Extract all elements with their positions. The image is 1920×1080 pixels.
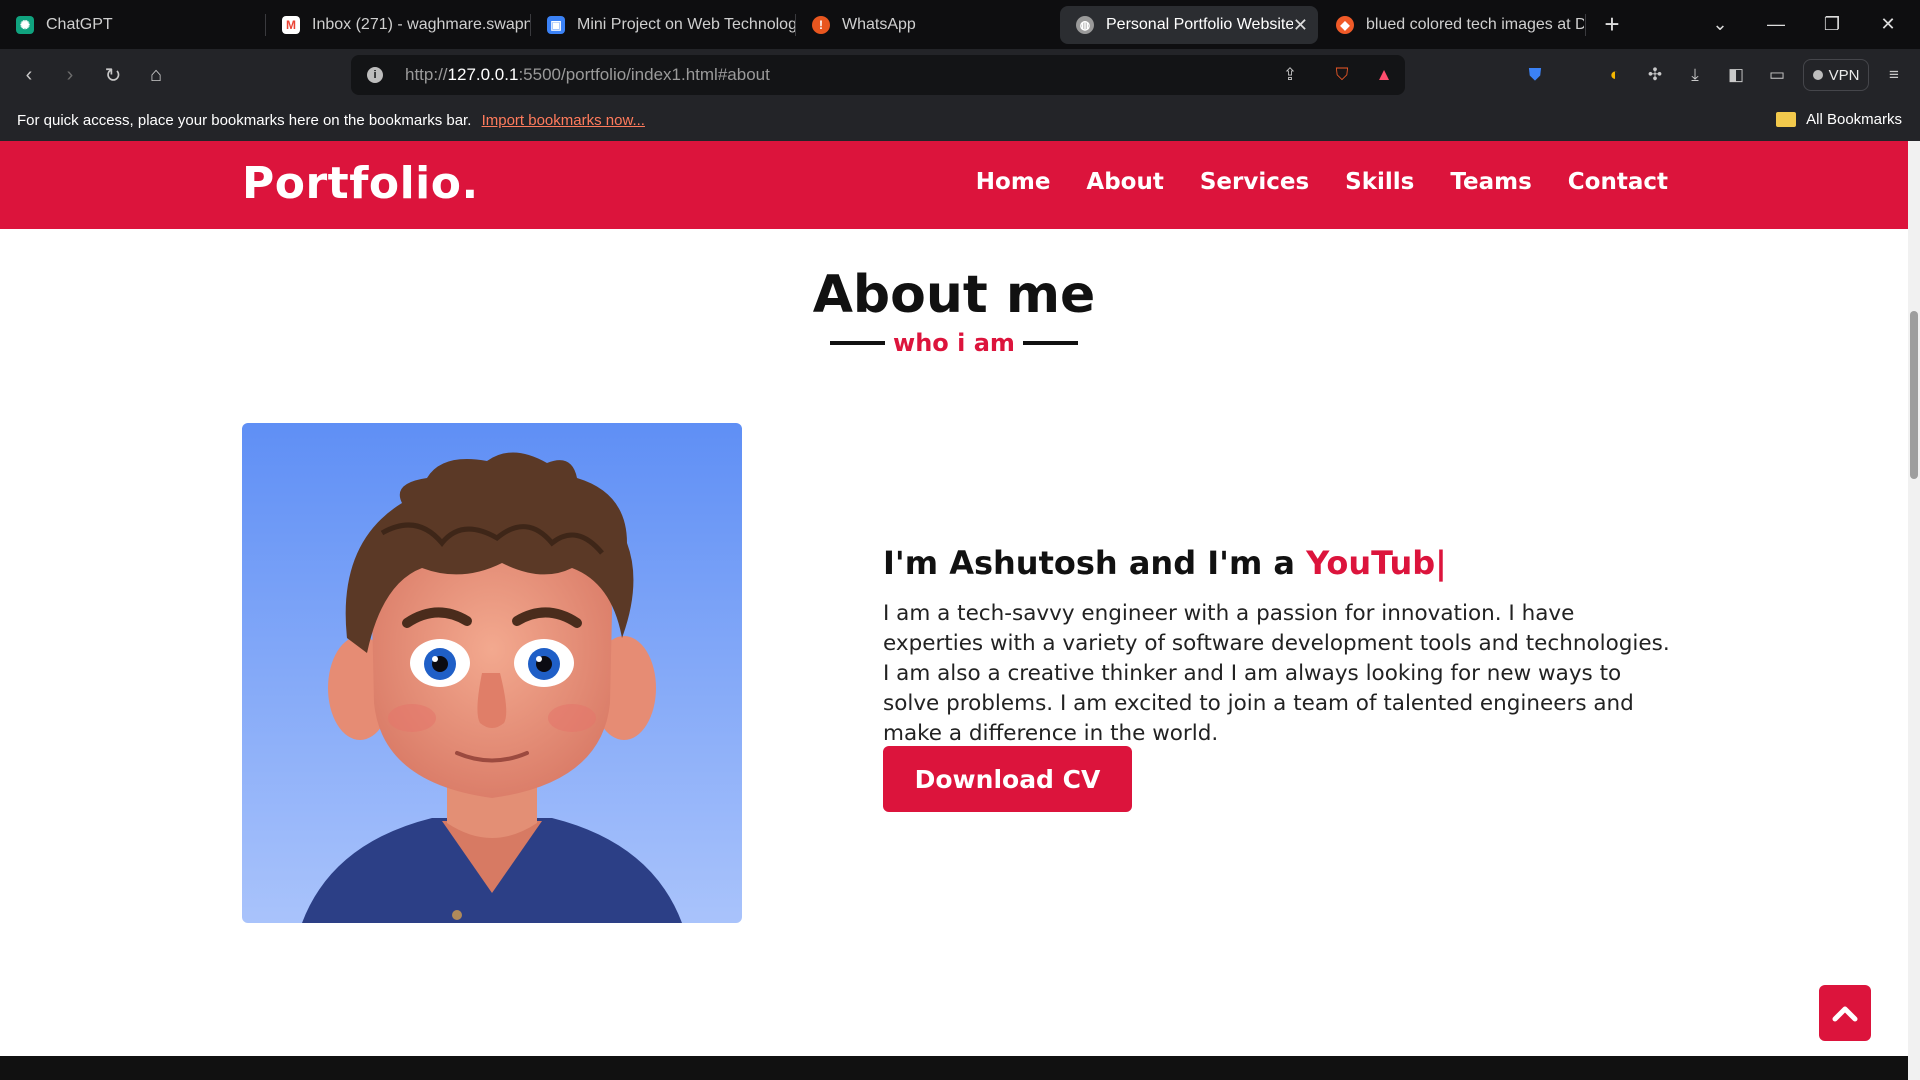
home-icon[interactable]: ⌂ (140, 59, 172, 91)
url-text[interactable]: http://127.0.0.1:5500/portfolio/index1.h… (405, 65, 770, 85)
cartoon-portrait (242, 423, 742, 923)
address-bar[interactable]: i http://127.0.0.1:5500/portfolio/index1… (351, 55, 1405, 95)
reload-icon[interactable]: ↻ (97, 59, 129, 91)
vpn-label: VPN (1828, 66, 1860, 84)
restore-icon[interactable]: ❐ (1804, 0, 1860, 49)
tab-classroom[interactable]: ▣ Mini Project on Web Technolog (531, 0, 795, 49)
bookmarks-hint: For quick access, place your bookmarks h… (17, 112, 472, 129)
nav-about[interactable]: About (1086, 169, 1163, 195)
vpn-status-icon (1812, 70, 1823, 80)
page-scrollbar[interactable] (1908, 141, 1920, 1080)
share-icon[interactable]: ⇪ (1278, 63, 1302, 87)
next-section-edge (0, 1056, 1908, 1080)
page-viewport: Portfolio. Home About Services Skills Te… (0, 141, 1920, 1080)
brave-rewards-icon[interactable]: ▲ (1372, 63, 1396, 87)
tab-title: ChatGPT (46, 15, 113, 33)
sidebar-icon[interactable]: ◧ (1724, 63, 1748, 87)
gmail-icon: M (282, 15, 300, 34)
tab-chatgpt[interactable]: ✺ ChatGPT (0, 0, 265, 49)
tab-title: blued colored tech images at D (1366, 15, 1584, 33)
brave-shields-icon[interactable]: ⛉ (1330, 63, 1354, 87)
browser-toolbar: ‹ › ↻ ⌂ i http://127.0.0.1:5500/portfoli… (0, 49, 1920, 101)
site-menu: Home About Services Skills Teams Contact (976, 169, 1668, 195)
tab-brave-search[interactable]: ◆ blued colored tech images at D (1320, 0, 1584, 49)
globe-icon: ◍ (1076, 16, 1094, 34)
typed-role-text: YouTub| (1306, 544, 1447, 582)
tab-title: Personal Portfolio Website (1106, 16, 1293, 33)
site-info-icon[interactable]: i (367, 67, 383, 83)
new-tab-icon[interactable]: + (1584, 0, 1640, 49)
all-bookmarks-label: All Bookmarks (1806, 111, 1902, 128)
site-logo[interactable]: Portfolio. (242, 158, 479, 209)
section-subtitle: who i am (0, 329, 1908, 357)
intro-prefix: I'm Ashutosh and I'm a (883, 544, 1307, 582)
nav-contact[interactable]: Contact (1568, 169, 1668, 195)
about-bio: I am a tech-savvy engineer with a passio… (883, 601, 1670, 746)
folder-icon (1776, 112, 1797, 127)
all-bookmarks-button[interactable]: All Bookmarks (1776, 111, 1902, 128)
divider (830, 341, 886, 345)
tab-list-chevron-icon[interactable]: ⌄ (1692, 0, 1748, 49)
classroom-icon: ▣ (547, 15, 565, 34)
bitwarden-icon[interactable]: ⛊ (1523, 63, 1547, 87)
chevron-up-icon (1832, 1006, 1858, 1022)
forward-icon[interactable]: › (54, 59, 86, 91)
back-icon[interactable]: ‹ (13, 59, 45, 91)
intro-heading: I'm Ashutosh and I'm a YouTub| (883, 544, 1447, 582)
tab-title: WhatsApp (842, 15, 916, 33)
nav-services[interactable]: Services (1200, 169, 1309, 195)
tab-title: Inbox (271) - waghmare.swapni (312, 15, 530, 33)
chatgpt-icon: ✺ (16, 15, 34, 34)
nav-teams[interactable]: Teams (1450, 169, 1531, 195)
close-tab-icon[interactable]: ✕ (1293, 15, 1308, 36)
url-host: 127.0.0.1 (447, 65, 519, 84)
whatsapp-icon: ! (812, 15, 830, 34)
tab-whatsapp[interactable]: ! WhatsApp (796, 0, 1060, 49)
import-bookmarks-link[interactable]: Import bookmarks now... (482, 112, 645, 129)
minimize-icon[interactable]: — (1748, 0, 1804, 49)
downloads-icon[interactable]: ⤓ (1683, 63, 1707, 87)
close-window-icon[interactable]: ✕ (1860, 0, 1916, 49)
nav-skills[interactable]: Skills (1345, 169, 1414, 195)
bookmarks-message: For quick access, place your bookmarks h… (17, 112, 645, 129)
subtitle-text: who i am (893, 329, 1015, 357)
tab-bar: ✺ ChatGPT M Inbox (271) - waghmare.swapn… (0, 0, 1920, 49)
scroll-to-top-button[interactable] (1819, 985, 1871, 1041)
divider (1022, 341, 1078, 345)
bookmarks-bar: For quick access, place your bookmarks h… (0, 101, 1920, 141)
menu-icon[interactable]: ≡ (1882, 63, 1906, 87)
url-path: :5500/portfolio/index1.html#about (518, 65, 770, 84)
tab-portfolio[interactable]: ◍ Personal Portfolio Website ✕ (1060, 6, 1318, 44)
vpn-button[interactable]: VPN (1803, 59, 1869, 91)
tab-gmail[interactable]: M Inbox (271) - waghmare.swapni (266, 0, 530, 49)
brave-icon: ◆ (1336, 15, 1354, 34)
profile-avatar-image (242, 423, 742, 923)
url-scheme: http:// (405, 65, 448, 84)
nav-home[interactable]: Home (976, 169, 1051, 195)
extensions-puzzle-icon[interactable]: ✣ (1643, 63, 1667, 87)
scrollbar-thumb[interactable] (1910, 311, 1918, 479)
extension-moon-icon[interactable]: ◐ (1603, 63, 1627, 87)
site-navbar: Portfolio. Home About Services Skills Te… (0, 141, 1908, 229)
wallet-icon[interactable]: ▭ (1765, 63, 1789, 87)
download-cv-button[interactable]: Download CV (883, 746, 1132, 812)
section-title: About me (812, 265, 1096, 325)
tab-title: Mini Project on Web Technolog (577, 15, 795, 33)
